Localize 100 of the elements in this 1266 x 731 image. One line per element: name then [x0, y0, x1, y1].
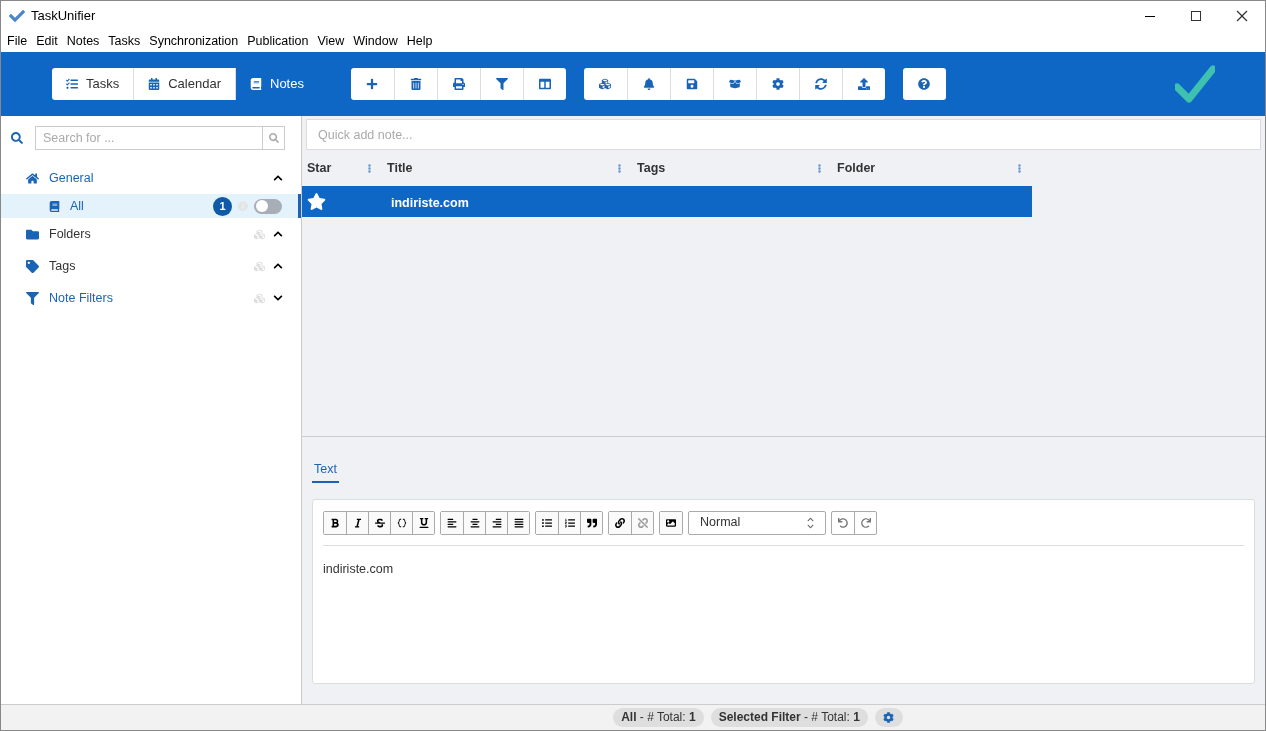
note-text[interactable]: indiriste.com: [323, 560, 1244, 579]
format-button[interactable]: [463, 511, 485, 534]
undo-icon: [838, 517, 848, 528]
count-badge: 1: [213, 196, 232, 216]
format-button[interactable]: [536, 511, 558, 534]
menu-item[interactable]: Window: [353, 32, 398, 51]
column-header[interactable]: Folder: [837, 158, 876, 178]
image-icon: [666, 517, 676, 528]
column-menu-icon[interactable]: [1015, 163, 1024, 173]
search-icon: [11, 132, 23, 144]
format-button[interactable]: [660, 511, 682, 534]
filter-icon: [495, 78, 508, 90]
redo-icon: [860, 517, 871, 528]
format-button[interactable]: [507, 511, 529, 534]
filter-icon: [26, 291, 39, 305]
format-button[interactable]: [346, 511, 368, 534]
format-button[interactable]: [558, 511, 580, 534]
strikethrough-icon: [374, 517, 385, 528]
format-button[interactable]: [390, 511, 412, 534]
sidebar-item[interactable]: All 1: [1, 194, 301, 218]
book-icon: [49, 200, 60, 212]
settings-icon: [771, 78, 784, 90]
format-button[interactable]: [412, 511, 434, 534]
window-title: TaskUnifier: [31, 7, 96, 26]
section-label[interactable]: Folders: [49, 224, 91, 244]
status-settings-button[interactable]: [874, 708, 903, 727]
menu-item[interactable]: Publication: [247, 32, 309, 51]
column-header[interactable]: Star: [307, 158, 332, 178]
status-pill: Selected Filter - # Total: 1: [710, 708, 868, 727]
format-button[interactable]: [324, 511, 346, 534]
search-icon: [268, 133, 279, 143]
cubes-icon: [254, 292, 265, 304]
align-left-icon: [447, 517, 457, 528]
maximize-icon: [1188, 8, 1204, 24]
check-logo-icon: [1175, 65, 1215, 103]
close-icon: [1234, 8, 1250, 24]
chevron-up-icon[interactable]: [273, 229, 283, 239]
cubes-icon: [599, 78, 612, 90]
status-pill: All - # Total: 1: [613, 708, 704, 727]
trash-icon: [409, 78, 422, 90]
printer-icon: [452, 78, 465, 90]
menu-item[interactable]: Edit: [36, 32, 58, 51]
editor-tab[interactable]: Text: [312, 457, 339, 483]
bell-icon: [642, 78, 655, 90]
minimize-icon: [1145, 15, 1155, 17]
home-icon: [26, 171, 39, 185]
star-icon[interactable]: [307, 192, 326, 211]
column-menu-icon[interactable]: [615, 163, 624, 173]
column-header[interactable]: Tags: [637, 158, 666, 178]
underline-icon: [418, 517, 429, 528]
section-label[interactable]: Tags: [49, 256, 76, 276]
chevron-down-icon[interactable]: [273, 293, 283, 303]
format-button[interactable]: [485, 511, 507, 534]
format-button[interactable]: [441, 511, 463, 534]
numbered-list-icon: [564, 517, 575, 528]
link-icon: [615, 517, 625, 528]
book-icon: [250, 78, 262, 90]
search-field[interactable]: Search for ...: [35, 126, 263, 150]
style-select[interactable]: Normal: [688, 510, 826, 535]
table-cell: indiriste.com: [391, 195, 469, 210]
help-icon: [918, 78, 931, 90]
format-button[interactable]: [368, 511, 390, 534]
align-center-icon: [469, 517, 480, 528]
table-row[interactable]: indiriste.com: [302, 186, 1032, 217]
sync-icon: [814, 78, 827, 90]
menu-item[interactable]: File: [7, 32, 28, 51]
quick-add-field[interactable]: Quick add note...: [306, 119, 1261, 150]
chevron-up-icon[interactable]: [273, 261, 283, 271]
italic-icon: [352, 517, 363, 528]
cubes-icon: [254, 228, 265, 240]
chevron-up-icon[interactable]: [273, 173, 283, 183]
column-header[interactable]: Title: [387, 158, 413, 178]
tag-icon: [26, 259, 39, 273]
upload-icon: [857, 78, 870, 90]
column-menu-icon[interactable]: [365, 163, 374, 173]
menu-item[interactable]: Synchronization: [149, 32, 239, 51]
column-menu-icon[interactable]: [815, 163, 824, 173]
cubes-icon: [254, 260, 265, 272]
bullet-list-icon: [542, 517, 552, 528]
menu-item[interactable]: Help: [406, 32, 433, 51]
view-tab[interactable]: Calendar: [134, 68, 236, 100]
format-button[interactable]: [580, 511, 602, 534]
folder-icon: [26, 227, 39, 241]
bold-icon: [330, 517, 340, 528]
toggle-switch[interactable]: [254, 198, 282, 214]
justify-icon: [513, 517, 524, 528]
section-label[interactable]: General: [49, 168, 94, 188]
up-down-arrows-icon: [807, 515, 814, 530]
view-tab[interactable]: Tasks: [52, 68, 135, 100]
calendar-icon: [148, 78, 161, 90]
menu-item[interactable]: View: [317, 32, 345, 51]
box-icon: [728, 78, 741, 90]
settings-icon: [883, 712, 895, 723]
menu-item[interactable]: Tasks: [108, 32, 141, 51]
columns-icon: [538, 78, 551, 90]
checklist-icon: [66, 78, 78, 90]
align-right-icon: [491, 517, 502, 528]
section-label[interactable]: Note Filters: [49, 288, 113, 308]
format-button[interactable]: [609, 511, 631, 534]
menu-item[interactable]: Notes: [66, 32, 100, 51]
